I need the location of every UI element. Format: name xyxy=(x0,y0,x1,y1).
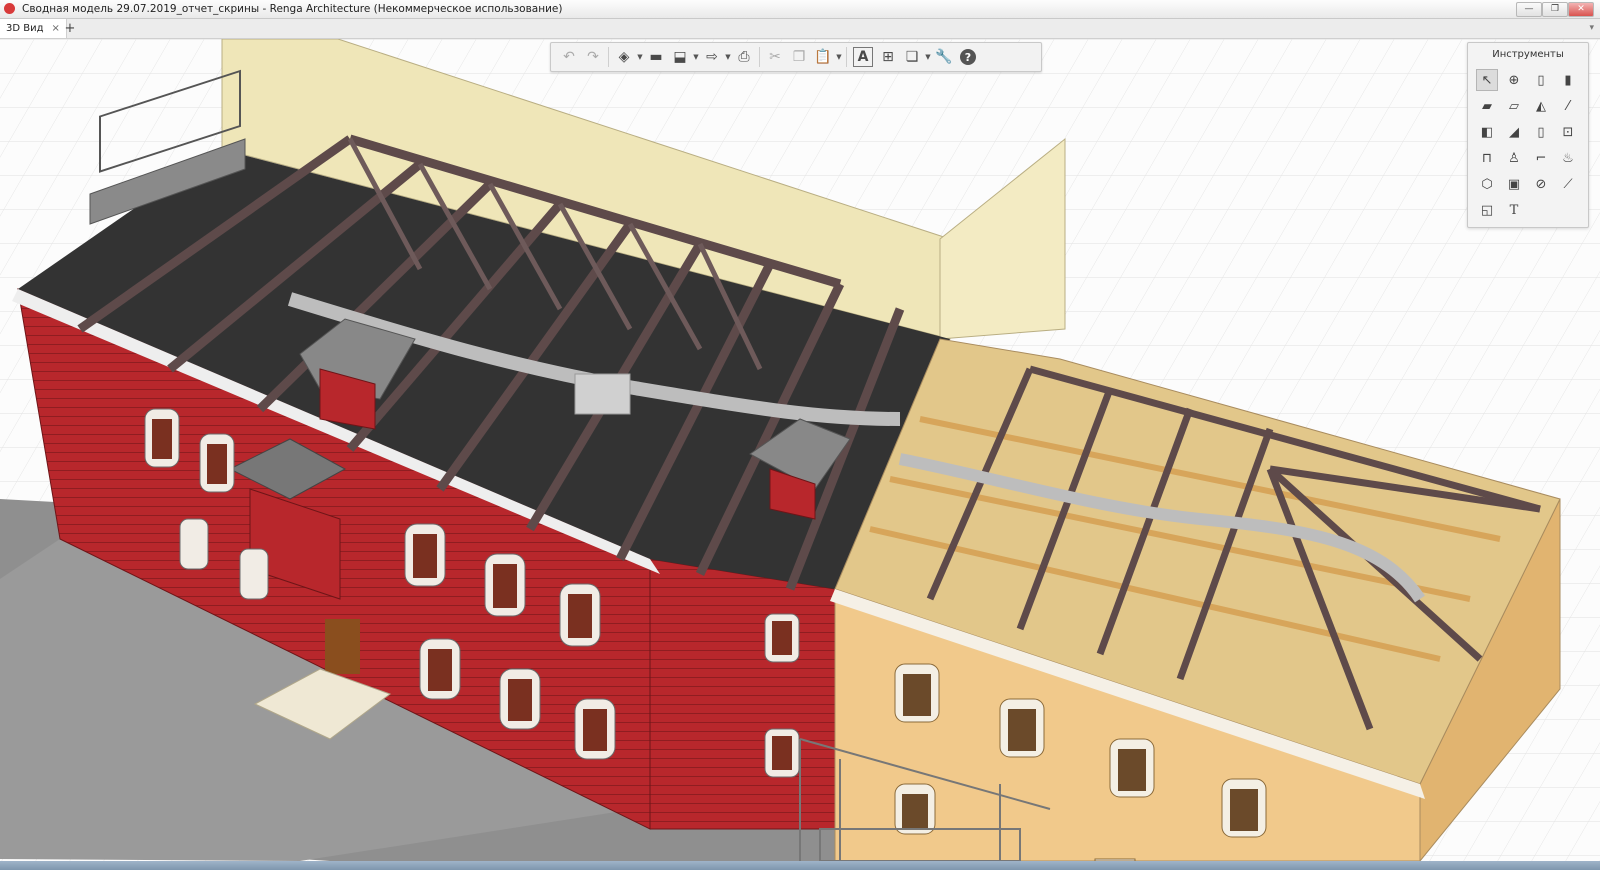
duct-icon[interactable]: ⌐ xyxy=(1530,147,1552,169)
mark-icon[interactable]: ⊘ xyxy=(1530,173,1552,195)
minimize-button[interactable]: — xyxy=(1516,2,1542,17)
window-icon[interactable]: ⊡ xyxy=(1557,121,1579,143)
column-icon[interactable]: ▮ xyxy=(1557,69,1579,91)
chevron-down-icon[interactable]: ▼ xyxy=(636,45,644,69)
beam-icon[interactable]: ⁄ xyxy=(1557,95,1579,117)
red-facade-side xyxy=(649,558,836,830)
quick-access-toolbar: ↶ ↷ ◈ ▼ ▬ ⬓ ▼ ⇨ ▼ ⎙ ✂ ❐ 📋 ▼ A ⊞ ❏ ▼ 🔧 ? xyxy=(550,42,1042,72)
roof-icon[interactable]: ◭ xyxy=(1530,95,1552,117)
cut-icon[interactable]: ✂ xyxy=(763,45,787,69)
chevron-down-icon[interactable]: ▼ xyxy=(692,45,700,69)
copy-icon[interactable]: ❐ xyxy=(787,45,811,69)
os-taskbar xyxy=(0,861,1600,870)
toolbar-divider xyxy=(759,47,760,67)
element-icon[interactable]: ⬡ xyxy=(1476,173,1498,195)
tab-list-menu-icon[interactable]: ▾ xyxy=(1589,19,1594,38)
toolbar-divider xyxy=(846,47,847,67)
select-icon[interactable]: ↖ xyxy=(1476,69,1498,91)
export-icon[interactable]: ⇨ xyxy=(700,45,724,69)
close-button[interactable]: ✕ xyxy=(1568,2,1594,17)
axis-icon[interactable]: ⊕ xyxy=(1503,69,1525,91)
plumbing-icon[interactable]: ♙ xyxy=(1503,147,1525,169)
text-style-icon[interactable]: A xyxy=(853,47,873,67)
room-icon[interactable]: ▣ xyxy=(1503,173,1525,195)
view-tabbar: 3D Вид × + ▾ xyxy=(0,19,1600,39)
text-icon[interactable]: T xyxy=(1503,199,1525,221)
print-icon[interactable]: ⎙ xyxy=(732,45,756,69)
help-icon[interactable]: ? xyxy=(960,49,976,65)
chevron-down-icon[interactable]: ▼ xyxy=(724,45,732,69)
wall-icon[interactable]: ▯ xyxy=(1530,69,1552,91)
view-cube-icon[interactable]: ◈ xyxy=(612,45,636,69)
ventilation-unit xyxy=(574,373,631,415)
building-model-render xyxy=(0,39,1600,861)
entrance-door xyxy=(325,619,360,674)
layers-icon[interactable]: ❏ xyxy=(900,45,924,69)
app-logo-icon xyxy=(4,3,15,14)
maximize-button[interactable]: ❐ xyxy=(1542,2,1568,17)
stair-icon[interactable]: ◧ xyxy=(1476,121,1498,143)
tab-label: 3D Вид xyxy=(6,23,44,34)
slab-opening-icon[interactable]: ▱ xyxy=(1503,95,1525,117)
save-icon[interactable]: ⬓ xyxy=(668,45,692,69)
railing-icon[interactable]: ⊓ xyxy=(1476,147,1498,169)
chevron-down-icon[interactable]: ▼ xyxy=(835,45,843,69)
3d-viewport[interactable] xyxy=(0,39,1600,861)
tree-icon[interactable]: ⊞ xyxy=(876,45,900,69)
equipment-icon[interactable]: ♨ xyxy=(1557,147,1579,169)
tools-panel-title: Инструменты xyxy=(1492,49,1564,60)
hatch-icon[interactable]: ◱ xyxy=(1476,199,1498,221)
settings-wrench-icon[interactable]: 🔧 xyxy=(932,45,956,69)
tab-close-icon[interactable]: × xyxy=(52,19,60,38)
open-icon[interactable]: ▬ xyxy=(644,45,668,69)
window-titlebar: Сводная модель 29.07.2019_отчет_скрины -… xyxy=(0,0,1600,19)
toolbar-divider xyxy=(608,47,609,67)
paste-icon[interactable]: 📋 xyxy=(811,45,835,69)
undo-icon[interactable]: ↶ xyxy=(557,45,581,69)
chevron-down-icon[interactable]: ▼ xyxy=(924,45,932,69)
ramp-icon[interactable]: ◢ xyxy=(1503,121,1525,143)
door-icon[interactable]: ▯ xyxy=(1530,121,1552,143)
floor-icon[interactable]: ▰ xyxy=(1476,95,1498,117)
tab-3d-view[interactable]: 3D Вид × xyxy=(0,19,67,38)
window-title: Сводная модель 29.07.2019_отчет_скрины -… xyxy=(22,3,563,15)
redo-icon[interactable]: ↷ xyxy=(581,45,605,69)
add-tab-button[interactable]: + xyxy=(62,19,78,38)
line-icon[interactable]: ⟋ xyxy=(1557,173,1579,195)
tools-panel: Инструменты ↖ ⊕ ▯ ▮ ▰ ▱ ◭ ⁄ ◧ ◢ ▯ ⊡ ⊓ ♙ … xyxy=(1467,42,1589,228)
